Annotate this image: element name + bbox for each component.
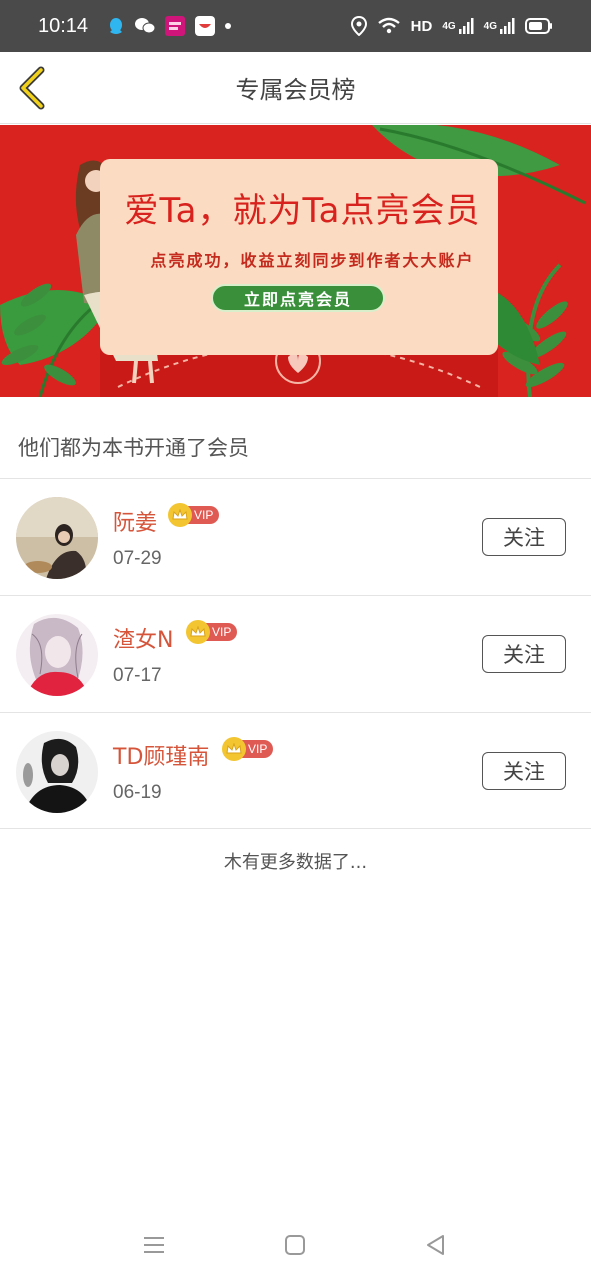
status-notification-icons [106,15,232,37]
wechat-icon [134,16,156,36]
system-nav-bar [0,1222,591,1266]
header: 专属会员榜 [0,52,591,124]
member-row[interactable]: 渣女N VIP 07-17 关注 [0,596,591,712]
divider [0,828,591,829]
member-date: 07-17 [113,665,162,686]
section-title: 他们都为本书开通了会员 [18,436,249,460]
member-name[interactable]: 阮姜 [113,505,157,537]
avatar[interactable] [16,497,98,579]
menu-icon[interactable] [141,1232,167,1258]
notification-dot-icon [224,22,232,30]
crown-icon [222,737,246,761]
hd-label: HD [410,17,433,35]
signal-icon-1: 4G [442,17,474,35]
promo-banner[interactable]: 爱Ta，就为Ta点亮会员 点亮成功，收益立刻同步到作者大大账户 立即点亮会员 [0,125,591,397]
reader-app-icon [194,15,216,37]
crown-icon [186,620,210,644]
vip-badge: VIP [222,737,274,761]
member-name[interactable]: 渣女N [113,622,173,654]
follow-button[interactable]: 关注 [482,752,566,790]
member-date: 07-29 [113,548,162,569]
member-name[interactable]: TD顾瑾南 [113,739,209,771]
status-time: 10:14 [38,14,89,37]
no-more-data-text: 木有更多数据了... [223,852,368,873]
home-icon[interactable] [282,1232,308,1258]
battery-icon [525,18,553,34]
crown-icon [168,503,192,527]
status-system-icons: HD 4G 4G [350,16,553,36]
member-row[interactable]: TD顾瑾南 VIP 06-19 关注 [0,713,591,829]
light-up-member-button[interactable]: 立即点亮会员 [211,284,385,312]
status-bar: 10:14 HD 4G 4G [0,0,591,52]
avatar[interactable] [16,731,98,813]
vip-badge: VIP [168,503,220,527]
follow-button[interactable]: 关注 [482,635,566,673]
avatar[interactable] [16,614,98,696]
app-notification-icon [164,15,186,37]
banner-title: 爱Ta，就为Ta点亮会员 [124,191,481,231]
wifi-icon [377,17,401,35]
member-date: 06-19 [113,782,162,803]
signal-icon-2: 4G [484,17,515,35]
page-title: 专属会员榜 [235,76,356,104]
back-icon[interactable] [422,1232,448,1258]
signal-label-1: 4G [442,20,456,32]
location-icon [350,16,367,36]
banner-subtitle: 点亮成功，收益立刻同步到作者大大账户 [150,251,475,270]
follow-button[interactable]: 关注 [482,518,566,556]
member-row[interactable]: 阮姜 VIP 07-29 关注 [0,479,591,595]
back-button[interactable] [12,64,52,112]
vip-badge: VIP [186,620,238,644]
chevron-left-icon [19,66,45,110]
signal-label-2: 4G [483,20,497,32]
qq-icon [106,16,126,36]
